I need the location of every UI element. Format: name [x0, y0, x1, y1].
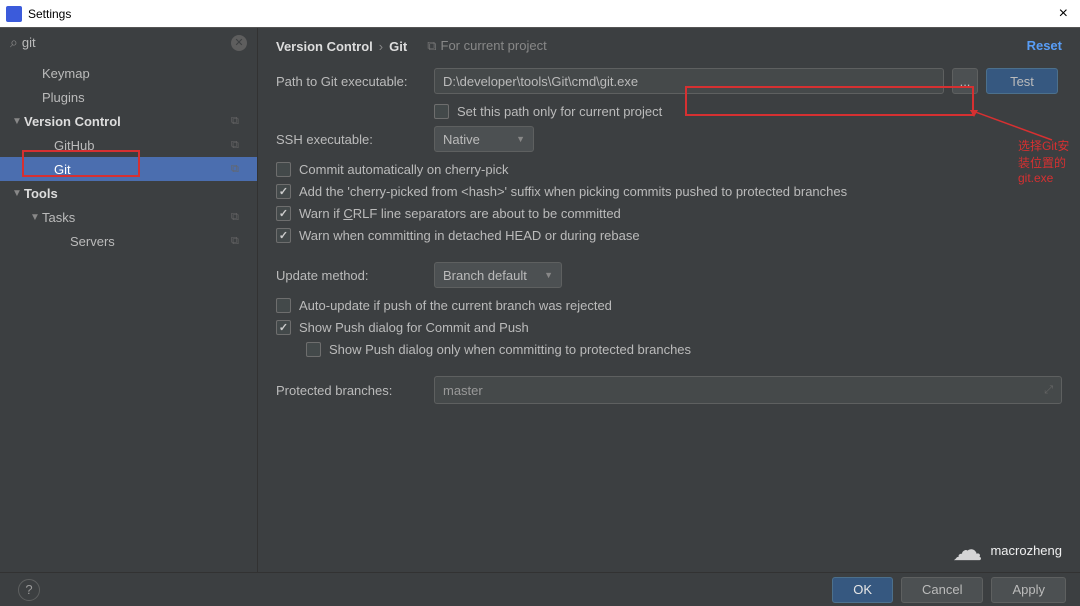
ssh-select[interactable]: Native▼: [434, 126, 534, 152]
breadcrumb-current: Git: [389, 39, 407, 54]
app-icon: [6, 6, 22, 22]
search-wrap: ⌕ ✕: [0, 28, 257, 57]
copy-icon: ⧉: [231, 235, 247, 248]
sidebar-item-tasks[interactable]: ▼Tasks⧉: [0, 205, 257, 229]
chevron-down-icon: ▼: [516, 134, 525, 144]
titlebar: Settings ×: [0, 0, 1080, 28]
footer: ? OK Cancel Apply: [0, 572, 1080, 606]
copy-icon: ⧉: [231, 211, 247, 224]
update-label: Update method:: [276, 268, 434, 283]
protected-label: Protected branches:: [276, 383, 434, 398]
expand-icon[interactable]: ⤢: [1044, 384, 1053, 397]
copy-icon: ⧉: [427, 38, 436, 53]
show-push-protected-checkbox[interactable]: Show Push dialog only when committing to…: [306, 342, 1062, 357]
sidebar-item-plugins[interactable]: Plugins: [0, 85, 257, 109]
checkbox-icon: [434, 104, 449, 119]
clear-search-icon[interactable]: ✕: [231, 35, 247, 51]
path-label: Path to Git executable:: [276, 74, 434, 89]
copy-icon: ⧉: [231, 163, 247, 176]
auto-update-checkbox[interactable]: Auto-update if push of the current branc…: [276, 298, 1062, 313]
checkbox-icon: [306, 342, 321, 357]
reset-link[interactable]: Reset: [1027, 38, 1062, 53]
scope-label: ⧉For current project: [427, 38, 547, 54]
search-input[interactable]: [22, 35, 231, 50]
checkbox-icon: [276, 184, 291, 199]
cancel-button[interactable]: Cancel: [901, 577, 983, 603]
copy-icon: ⧉: [231, 139, 247, 152]
set-path-only-checkbox[interactable]: Set this path only for current project: [434, 104, 1062, 119]
browse-button[interactable]: ...: [952, 68, 978, 94]
checkbox-icon: [276, 228, 291, 243]
sidebar-item-servers[interactable]: Servers⧉: [0, 229, 257, 253]
content-panel: Version Control › Git ⧉For current proje…: [258, 28, 1080, 572]
sidebar-item-tools[interactable]: ▼Tools: [0, 181, 257, 205]
show-push-checkbox[interactable]: Show Push dialog for Commit and Push: [276, 320, 1062, 335]
test-button[interactable]: Test: [986, 68, 1058, 94]
sidebar-item-keymap[interactable]: Keymap: [0, 61, 257, 85]
checkbox-icon: [276, 298, 291, 313]
search-icon: ⌕: [10, 34, 18, 51]
checkbox-icon: [276, 206, 291, 221]
chevron-down-icon: ▼: [544, 270, 553, 280]
commit-auto-checkbox[interactable]: Commit automatically on cherry-pick: [276, 162, 1062, 177]
checkbox-icon: [276, 320, 291, 335]
sidebar-item-git[interactable]: Git⧉: [0, 157, 257, 181]
warn-crlf-checkbox[interactable]: Warn if CRLF line separators are about t…: [276, 206, 1062, 221]
help-button[interactable]: ?: [18, 579, 40, 601]
checkbox-icon: [276, 162, 291, 177]
settings-tree: Keymap Plugins ▼Version Control⧉ GitHub⧉…: [0, 57, 257, 253]
ssh-label: SSH executable:: [276, 132, 434, 147]
git-path-input[interactable]: [434, 68, 944, 94]
protected-branches-input[interactable]: master ⤢: [434, 376, 1062, 404]
sidebar-item-github[interactable]: GitHub⧉: [0, 133, 257, 157]
breadcrumb: Version Control › Git ⧉For current proje…: [276, 38, 1062, 54]
update-method-select[interactable]: Branch default▼: [434, 262, 562, 288]
close-icon[interactable]: ×: [1053, 5, 1074, 23]
sidebar-item-version-control[interactable]: ▼Version Control⧉: [0, 109, 257, 133]
apply-button[interactable]: Apply: [991, 577, 1066, 603]
warn-detached-checkbox[interactable]: Warn when committing in detached HEAD or…: [276, 228, 1062, 243]
add-cherry-checkbox[interactable]: Add the 'cherry-picked from <hash>' suff…: [276, 184, 1062, 199]
copy-icon: ⧉: [231, 115, 247, 128]
ok-button[interactable]: OK: [832, 577, 893, 603]
annotation-text: 选择Git安装位置的git.exe: [1018, 137, 1080, 185]
sidebar: ⌕ ✕ Keymap Plugins ▼Version Control⧉ Git…: [0, 28, 258, 572]
breadcrumb-parent[interactable]: Version Control: [276, 39, 373, 54]
chevron-right-icon: ›: [379, 39, 383, 54]
window-title: Settings: [28, 7, 1053, 21]
